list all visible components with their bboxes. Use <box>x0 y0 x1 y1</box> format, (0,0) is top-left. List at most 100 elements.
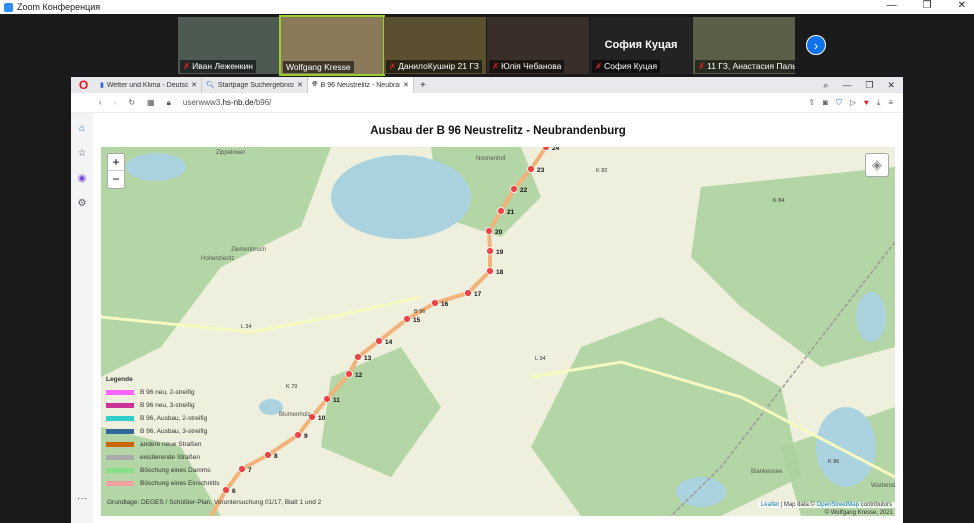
participant-tile[interactable]: ✗ Иван Леженкин <box>178 17 280 74</box>
legend-item: Böschung eines Einschnitts <box>106 477 220 490</box>
marker-label: 8 <box>274 453 278 460</box>
place-label: Ziemenbruch <box>231 247 266 253</box>
zoom-out-button[interactable]: − <box>108 171 124 188</box>
legend-swatch <box>106 442 134 447</box>
forest-area <box>321 347 441 477</box>
layers-icon: ◈ <box>872 157 882 172</box>
shield-icon[interactable]: ⛉ <box>836 98 842 108</box>
settings-icon[interactable]: ⚙ <box>78 198 87 209</box>
legend-swatch <box>106 403 134 408</box>
legend-label: Böschung eines Einschnitts <box>140 480 220 487</box>
send-icon[interactable]: ▷ <box>850 98 856 108</box>
participant-tile[interactable]: София Куцая ✗ София Куцая <box>590 17 692 74</box>
route-marker <box>345 370 353 378</box>
legend-title: Legende <box>106 376 133 383</box>
marker-label: 17 <box>474 291 482 298</box>
road-label: K 82 <box>596 168 607 174</box>
leaflet-link[interactable]: Leaflet <box>761 502 779 508</box>
marker-label: 11 <box>333 397 340 404</box>
reload-icon[interactable]: ↻ <box>128 98 135 107</box>
route-marker <box>542 147 550 151</box>
layers-button[interactable]: ◈ <box>865 153 889 177</box>
lake <box>816 407 876 487</box>
legend-label: B 96 neu, 3-streifig <box>140 402 195 409</box>
route-marker <box>222 486 230 494</box>
participant-name: 11 ГЗ, Анастасия Паль... <box>707 61 795 71</box>
zoom-control: + − <box>107 153 125 189</box>
route-marker <box>375 337 383 345</box>
route-marker <box>486 267 494 275</box>
leaflet-map[interactable]: 6 7 8 9 10 11 12 13 14 15 16 17 18 19 20 21 22 23 24 Nonnen… <box>101 147 895 516</box>
legend-label: B 96, Ausbau, 2-streifig <box>140 415 208 422</box>
close-tab-icon[interactable]: ✕ <box>191 81 197 89</box>
lock-icon: 🔒︎ <box>166 97 171 107</box>
participant-tile-active[interactable]: Wolfgang Kresse <box>279 15 385 76</box>
legend-label: B 96 neu, 2-streifig <box>140 389 195 396</box>
close-tab-icon[interactable]: ✕ <box>403 81 409 89</box>
more-icon[interactable]: ··· <box>77 493 87 504</box>
close-tab-icon[interactable]: ✕ <box>297 81 303 89</box>
legend-swatch <box>106 468 134 473</box>
lake <box>126 153 186 181</box>
tab-label: B 96 Neustrelitz - Neubrandenburg <box>320 81 401 89</box>
participant-tile[interactable]: ✗ ДанилоКушнір 21 ГЗ <box>384 17 486 74</box>
tab-bar: O ▮ Wetter und Klima - Deutsch ✕ 🔍︎ Startpa… <box>71 77 903 93</box>
minimize-icon[interactable]: — <box>842 80 851 91</box>
tab-wetter[interactable]: ▮ Wetter und Klima - Deutsch ✕ <box>96 77 202 93</box>
close-icon[interactable]: ✕ <box>887 80 895 91</box>
tab-b96[interactable]: 🌐︎B 96 Neustrelitz - Neubrandenburg✕ <box>308 77 414 93</box>
messenger-icon[interactable]: ◉ <box>78 173 87 184</box>
url-field[interactable]: userwww3.hs-nb.de/b96/ <box>183 98 272 107</box>
search-tabs-icon[interactable]: ⌕ <box>823 80 828 91</box>
heart-icon[interactable]: ♥ <box>864 98 869 108</box>
marker-label: 16 <box>441 301 449 308</box>
tiles-icon[interactable]: ▦ <box>147 98 155 107</box>
osm-link[interactable]: OpenStreetMap <box>817 502 859 508</box>
back-icon[interactable]: ‹ <box>99 98 102 107</box>
next-page-button[interactable]: › <box>806 35 826 55</box>
participant-name: Иван Леженкин <box>192 61 253 71</box>
forward-icon[interactable]: › <box>114 98 117 107</box>
participant-big-name: София Куцая <box>604 39 678 51</box>
lake <box>856 292 886 342</box>
marker-label: 9 <box>304 433 308 440</box>
route-marker <box>354 353 362 361</box>
marker-label: 22 <box>520 187 528 194</box>
maximize-button[interactable]: ❐ <box>923 0 932 11</box>
route-marker <box>264 451 272 459</box>
minimize-button[interactable]: — <box>887 0 897 11</box>
close-button[interactable]: ✕ <box>958 0 966 11</box>
address-bar: ‹ › ↻ ▦ 🔒︎ userwww3.hs-nb.de/b96/ ⇪ ◙ ⛉ ▷ ♥ ⤓… <box>71 93 903 113</box>
zoom-logo-icon <box>4 2 13 12</box>
map-tiles: 6 7 8 9 10 11 12 13 14 15 16 17 18 19 20 21 22 23 24 Nonnen… <box>101 147 895 516</box>
route-marker <box>323 395 331 403</box>
place-label: Blankensee <box>751 469 783 475</box>
legend-swatch <box>106 416 134 421</box>
legend-swatch <box>106 429 134 434</box>
participant-tile[interactable]: ✗ 11 ГЗ, Анастасия Паль... <box>693 17 795 74</box>
menu-icon[interactable]: ≡ <box>888 98 893 108</box>
home-icon[interactable]: ⌂ <box>79 123 85 134</box>
tab-label: Startpage Suchergebnisse <box>217 81 295 89</box>
browser-window: O ▮ Wetter und Klima - Deutsch ✕ 🔍︎ Startpa… <box>71 77 903 523</box>
legend-item: existierende Straßen <box>106 451 220 464</box>
opera-logo-icon[interactable]: O <box>71 78 96 92</box>
participant-name: ДанилоКушнір 21 ГЗ <box>398 61 479 71</box>
new-tab-button[interactable]: + <box>414 80 426 91</box>
muted-mic-icon: ✗ <box>698 61 706 71</box>
muted-mic-icon: ✗ <box>595 61 603 71</box>
zoom-in-button[interactable]: + <box>108 154 124 171</box>
legend-item: B 96, Ausbau, 2-streifig <box>106 412 220 425</box>
star-icon[interactable]: ☆ <box>78 148 87 159</box>
camera-icon[interactable]: ◙ <box>823 98 828 108</box>
legend-swatch <box>106 390 134 395</box>
download-icon[interactable]: ⤓ <box>877 98 881 108</box>
participant-name: Wolfgang Kresse <box>286 62 351 72</box>
tab-startpage[interactable]: 🔍︎ Startpage Suchergebnisse ✕ <box>202 77 308 93</box>
participant-tile[interactable]: ✗ Юлія Чебанова <box>487 17 589 74</box>
restore-icon[interactable]: ❐ <box>865 80 873 91</box>
marker-label: 21 <box>507 209 515 216</box>
opera-sidebar: ⌂ ☆ ◉ ⚙ ··· <box>71 113 93 523</box>
share-icon[interactable]: ⇪ <box>808 98 815 108</box>
legend-label: andere neue Straßen <box>140 441 202 448</box>
